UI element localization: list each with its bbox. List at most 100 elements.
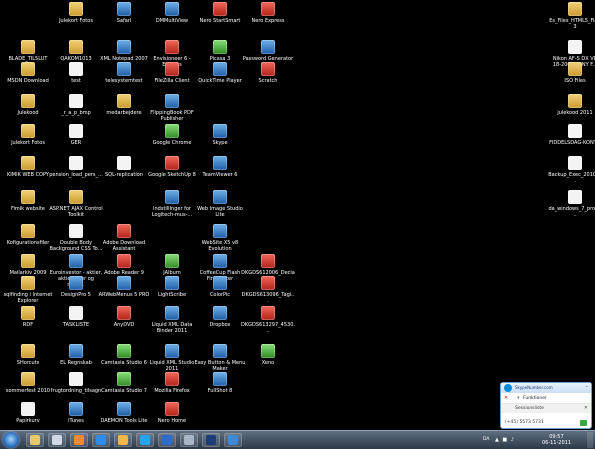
desktop-icon[interactable]: DKGDS613096_Tagi... — [241, 276, 295, 304]
desktop-icon-label: Julekood — [17, 110, 39, 116]
desktop-icon[interactable]: frugtordning_tilsagn — [49, 372, 103, 394]
show-desktop-button[interactable] — [587, 432, 593, 448]
taskbar-outlook-button[interactable] — [114, 433, 132, 447]
desktop-icon[interactable]: DKGDS613297_4530... — [241, 306, 295, 334]
taskbar-internet-explorer-button[interactable] — [92, 433, 110, 447]
desktop-icon[interactable]: WebSite X5 v8 Evolution — [193, 224, 247, 252]
desktop-icon[interactable]: Skype — [193, 124, 247, 146]
desktop-icon[interactable]: DMMultiView — [145, 2, 199, 24]
desktop-icon[interactable]: FIDDELSDAG-KONT... — [548, 124, 595, 146]
desktop-icon[interactable]: Xeno — [241, 344, 295, 366]
desktop-icon[interactable]: sommerfest 2010 — [1, 372, 55, 394]
desktop-icon[interactable]: Camtasia Studio 6 — [97, 344, 151, 366]
session-list-bar[interactable]: Sessionsliste ✕ — [501, 404, 591, 413]
skype-notification-popup[interactable]: SkypeNumber.com – ✕ ▾ Funktioner Session… — [500, 382, 592, 429]
desktop-icon[interactable]: GER — [49, 124, 103, 146]
desktop-icon[interactable]: Google SketchUp 8 — [145, 156, 199, 178]
desktop-icon[interactable]: sqlfinding i Internet Explorer — [1, 276, 55, 304]
desktop-icon[interactable]: Mailarkiv 2009 — [1, 254, 55, 276]
language-indicator[interactable]: DA — [483, 437, 489, 442]
tray-icons[interactable]: ▲ ■ ♪ — [495, 437, 515, 443]
desktop-icon[interactable]: DesignPro 5 — [49, 276, 103, 298]
desktop-icon[interactable]: ASP.NET AJAX Control Toolkit — [49, 190, 103, 218]
desktop-icon[interactable]: Password Generator — [241, 40, 295, 62]
desktop-icon[interactable]: Julekort Fotos — [1, 124, 55, 146]
desktop-icon[interactable]: FlippingBook PDF Publisher — [145, 94, 199, 122]
desktop-icon[interactable]: test — [49, 62, 103, 84]
desktop-icon[interactable]: Backup_Exec_2010_... — [548, 156, 595, 184]
desktop-icon-label: Kofigurationsfiler — [6, 240, 50, 246]
desktop-icon-label: Skype — [212, 140, 228, 146]
start-button[interactable] — [3, 432, 19, 448]
taskbar-word-button[interactable] — [158, 433, 176, 447]
desktop-icon[interactable]: FileZilla Client — [145, 62, 199, 84]
desktop-icon[interactable]: Liquid XML Data Binder 2011 — [145, 306, 199, 334]
desktop-icon[interactable]: Web Image Studio Lite — [193, 190, 247, 218]
desktop-icon-label: Google SketchUp 8 — [148, 172, 196, 178]
desktop-icon[interactable]: Es_Files_HTML5_Find3 — [548, 2, 595, 30]
desktop-icon[interactable]: RDF — [1, 306, 55, 328]
close-icon[interactable]: ✕ — [584, 405, 588, 411]
desktop-icon[interactable]: iTunes — [49, 402, 103, 424]
desktop-icon-label: KIMIK WEB COPY — [7, 172, 49, 178]
desktop-icon[interactable]: MSDN Download — [1, 62, 55, 84]
desktop-icon[interactable]: FullShot 8 — [193, 372, 247, 394]
desktop-icon[interactable]: Safari — [97, 2, 151, 24]
desktop-icon[interactable]: LightScribe — [145, 276, 199, 298]
desktop-icon[interactable]: TASKLISTE — [49, 306, 103, 328]
desktop-icon[interactable]: medarbejdere — [97, 94, 151, 116]
desktop-icon[interactable]: Liquid XML Studio 2011 — [145, 344, 199, 372]
desktop-icon[interactable]: Papirkurv — [1, 402, 55, 424]
desktop-icon[interactable]: julekood 2011 — [548, 94, 595, 116]
desktop-icon[interactable]: Camtasia Studio 7 — [97, 372, 151, 394]
taskbar-explorer-button[interactable] — [26, 433, 44, 447]
taskbar-document-button[interactable] — [48, 433, 66, 447]
taskbar-photoshop-button[interactable] — [202, 433, 220, 447]
desktop-icon[interactable]: IndstillInger for Logitech-mus-... — [145, 190, 199, 218]
taskbar-skype-button[interactable] — [136, 433, 154, 447]
call-icon[interactable] — [580, 420, 587, 426]
popup-minimize-button[interactable]: – — [586, 384, 589, 390]
desktop-icon[interactable]: _r_a_p_bmp — [49, 94, 103, 116]
desktop-icon[interactable]: Fimik website — [1, 190, 55, 212]
desktop-icon[interactable]: telesystemtest — [97, 62, 151, 84]
desktop-icon[interactable]: Double Body Background CSS To... — [49, 224, 103, 252]
desktop-icon[interactable]: EL Regnskab — [49, 344, 103, 366]
desktop-icon[interactable]: BLADE_TIL5LUT — [1, 40, 55, 62]
desktop-icon[interactable]: Julekort Fotos — [49, 2, 103, 24]
desktop-icon[interactable]: Mozilla Firefox — [145, 372, 199, 394]
desktop-icon[interactable]: Nero Express — [241, 2, 295, 24]
taskbar-teamviewer-button[interactable] — [224, 433, 242, 447]
desktop-icon[interactable]: da_windows_7_profe... — [548, 190, 595, 218]
popup-functions-row[interactable]: ✕ ▾ Funktioner — [501, 393, 591, 404]
desktop-icon[interactable]: Picasa 3 — [193, 40, 247, 62]
desktop-icon[interactable]: Kofigurationsfiler — [1, 224, 55, 246]
desktop-icon[interactable]: jAlbum — [145, 254, 199, 276]
desktop-icon[interactable]: pension_load_pers_... — [49, 156, 103, 178]
desktop-icon[interactable]: Dropbox — [193, 306, 247, 328]
clock[interactable]: 09:57 06-11-2011 — [542, 434, 571, 446]
desktop-icon[interactable]: QuickTime Player — [193, 62, 247, 84]
desktop-icon[interactable]: Adobe Reader 9 — [97, 254, 151, 276]
desktop-icon[interactable]: Nero Home — [145, 402, 199, 424]
desktop-icon[interactable]: Easy Button & Menu Maker — [193, 344, 247, 372]
desktop-icon[interactable]: AnyDVD — [97, 306, 151, 328]
desktop-icon[interactable]: Google Chrome — [145, 124, 199, 146]
desktop-icon[interactable]: ARWebMenus 5 PRO — [97, 276, 151, 298]
desktop-icon[interactable]: Adobe Download Assistant — [97, 224, 151, 252]
desktop-icon[interactable]: SHorcuts — [1, 344, 55, 366]
desktop-icon[interactable]: XML Notepad 2007 — [97, 40, 151, 62]
desktop-icon[interactable]: Nero StartSmart — [193, 2, 247, 24]
desktop-icon[interactable]: ColorPic — [193, 276, 247, 298]
taskbar-media-player-button[interactable] — [70, 433, 88, 447]
desktop-icon[interactable]: TeamViewer 6 — [193, 156, 247, 178]
desktop-icon[interactable]: Julekood — [1, 94, 55, 116]
desktop-icon[interactable]: SQL-replication — [97, 156, 151, 178]
desktop-icon[interactable]: KIMIK WEB COPY — [1, 156, 55, 178]
close-icon[interactable]: ✕ — [504, 395, 508, 401]
taskbar-app-button[interactable] — [180, 433, 198, 447]
desktop-icon[interactable]: DAEMON Tools Lite — [97, 402, 151, 424]
desktop-icon[interactable]: ISO Files — [548, 62, 595, 84]
desktop-icon[interactable]: QAKOM1013 — [49, 40, 103, 62]
desktop-icon[interactable]: Scratch — [241, 62, 295, 84]
